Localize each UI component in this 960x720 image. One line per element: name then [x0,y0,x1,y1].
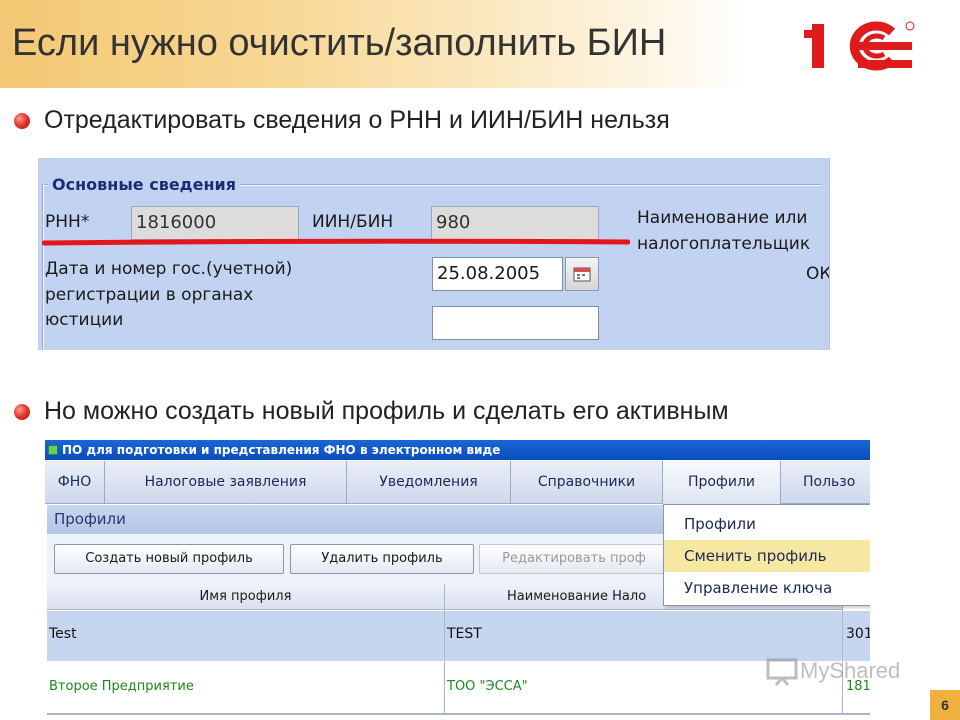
window-titlebar: ПО для подготовки и представления ФНО в … [45,440,870,460]
page-number: 6 [941,697,949,713]
registration-date-field[interactable]: 25.08.2005 [432,257,563,291]
menu-bar: ФНО Налоговые заявления Уведомления Спра… [45,461,870,504]
menu-fno[interactable]: ФНО [45,461,105,504]
iin-bin-label: ИИН/БИН [312,212,394,232]
bullet-dot-icon [14,403,30,420]
watermark: MyShared [766,656,900,686]
menu-directories[interactable]: Справочники [511,461,663,504]
app-icon [48,445,58,455]
delete-profile-button[interactable]: Удалить профиль [290,544,474,574]
registration-number-field[interactable] [432,306,599,340]
bullet-item: Отредактировать сведения о РНН и ИИН/БИН… [14,106,670,135]
bullet-text: Отредактировать сведения о РНН и ИИН/БИН… [44,106,670,134]
calendar-button[interactable] [565,257,599,291]
registration-label: юстиции [45,310,124,330]
taxpayer-name-label: Наименование или [637,208,808,228]
presentation-icon [766,658,798,686]
basic-info-screenshot: Основные сведения РНН* 1816000 ИИН/БИН 9… [38,158,830,350]
edit-profile-button[interactable]: Редактировать проф [479,544,669,574]
calendar-icon [573,267,591,282]
dropdown-item-key-management[interactable]: Управление ключа [664,572,870,604]
watermark-text: MyShared [800,658,901,683]
registration-label: регистрации в органах [45,285,254,305]
menu-tax-statements[interactable]: Налоговые заявления [105,461,347,504]
rnn-field[interactable]: 1816000 [131,206,299,240]
row-divider [47,713,870,715]
menu-profiles[interactable]: Профили [663,461,781,504]
window-title: ПО для подготовки и представления ФНО в … [62,443,501,457]
red-underline-mark [42,238,630,246]
1c-logo-icon [804,21,915,71]
create-profile-button[interactable]: Создать новый профиль [54,544,284,574]
rnn-label: РНН* [45,212,90,232]
fieldset-border [42,184,44,350]
table-row[interactable]: Второе Предприятие ТОО "ЭССА" 181 [47,661,870,713]
app-window-screenshot: ПО для подготовки и представления ФНО в … [45,440,870,720]
profiles-dropdown-menu: Профили Сменить профиль Управление ключа [663,504,870,606]
iin-bin-field[interactable]: 980 [431,206,599,240]
bullet-dot-icon [14,112,30,129]
slide-title: Если нужно очистить/заполнить БИН [12,22,667,64]
cell-profile-name: Второе Предприятие [47,661,445,713]
cell-profile-name: Test [47,609,445,659]
slide-header: Если нужно очистить/заполнить БИН [0,0,960,88]
column-header-profile-name[interactable]: Имя профиля [47,584,445,610]
menu-notifications[interactable]: Уведомления [347,461,511,504]
ok-label: ОК [806,264,830,284]
dropdown-item-profiles[interactable]: Профили [664,508,870,540]
registration-label: Дата и номер гос.(учетной) [45,259,293,279]
bullet-item: Но можно создать новый профиль и сделать… [14,397,729,426]
bullet-text: Но можно создать новый профиль и сделать… [44,397,729,425]
dropdown-item-switch-profile[interactable]: Сменить профиль [664,540,870,572]
fieldset-legend: Основные сведения [48,175,240,194]
cell-org-name: TEST [445,609,843,659]
menu-users[interactable]: Пользо [781,461,870,504]
table-row[interactable]: Test TEST 301 [47,609,870,661]
taxpayer-name-label: налогоплательщик [637,234,811,254]
cell-extra: 301 [846,626,870,642]
